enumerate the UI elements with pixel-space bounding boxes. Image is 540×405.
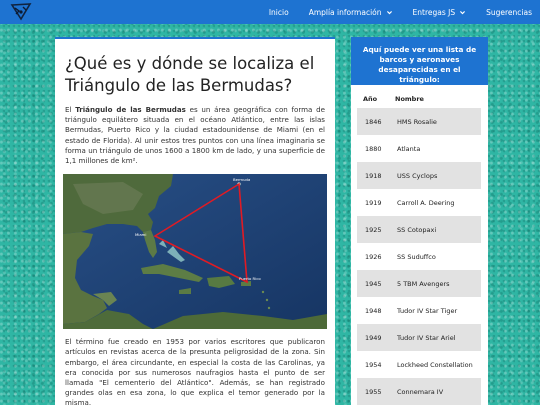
nav-entregas-label: Entregas JS: [412, 7, 456, 17]
table-row: 1925 SS Cotopaxi: [357, 216, 481, 243]
year-cell: 1918: [365, 171, 382, 180]
name-cell: Atlanta: [397, 144, 421, 153]
chevron-down-icon: [460, 10, 466, 14]
name-cell: Lockheed Constellation: [397, 360, 473, 369]
year-cell: 1880: [365, 144, 382, 153]
map-label-miami: Miami: [135, 232, 146, 237]
nav-sugerencias[interactable]: Sugerencias: [486, 8, 532, 17]
intro-prefix: El: [65, 105, 76, 114]
nav-amplia-informacion[interactable]: Amplía información: [309, 8, 393, 17]
name-cell: HMS Rosalie: [397, 117, 437, 126]
intro-rest: es un área geográfica con forma de trián…: [65, 105, 325, 166]
table-row: 1918 USS Cyclops: [357, 162, 481, 189]
name-cell: Connemara IV: [397, 387, 444, 396]
history-paragraph: El término fue creado en 1953 por varios…: [65, 337, 325, 405]
nav-links: Inicio Amplía información Entregas JS Su…: [249, 0, 532, 24]
sidebar-heading: Aquí puede ver una lista de barcos y aer…: [351, 39, 488, 85]
table-row: 1948 Tudor IV Star Tiger: [357, 297, 481, 324]
intro-bold-term: Triángulo de las Bermudas: [75, 105, 186, 114]
sidebar-panel: Aquí puede ver una lista de barcos y aer…: [351, 37, 488, 405]
name-cell: SS Suduffco: [397, 252, 436, 261]
name-cell: SS Cotopaxi: [397, 225, 437, 234]
name-cell: 5 TBM Avengers: [397, 279, 450, 288]
table-row: 1846 HMS Rosalie: [357, 108, 481, 135]
year-cell: 1948: [365, 306, 382, 315]
table-header-row: Año Nombre: [357, 89, 481, 108]
name-cell: Tudor IV Star Tiger: [397, 306, 458, 315]
chevron-down-icon: [386, 10, 392, 14]
disappearances-table: Año Nombre 1846 HMS Rosalie 1880 Atlanta 191…: [357, 89, 481, 405]
map-label-puerto-rico: Puerto Rico: [239, 276, 261, 281]
triangle-logo-icon[interactable]: [10, 2, 32, 22]
table-row: 1926 SS Suduffco: [357, 243, 481, 270]
table-row: 1949 Tudor IV Star Ariel: [357, 324, 481, 351]
bermuda-triangle-map: Bermuda Miami Puerto Rico: [63, 174, 327, 330]
year-cell: 1945: [365, 279, 382, 288]
year-cell: 1949: [365, 333, 382, 342]
nav-inicio[interactable]: Inicio: [269, 8, 289, 17]
map-label-bermuda: Bermuda: [233, 177, 250, 182]
year-cell: 1925: [365, 225, 382, 234]
name-cell: Carroll A. Deering: [397, 198, 455, 207]
table-row: 1954 Lockheed Constellation: [357, 351, 481, 378]
column-header-name: Nombre: [395, 94, 424, 103]
intro-paragraph: El Triángulo de las Bermudas es un área …: [65, 105, 325, 166]
nav-amplia-label: Amplía información: [308, 7, 382, 17]
main-article: ¿Qué es y dónde se localiza el Triángulo…: [55, 37, 335, 405]
year-cell: 1955: [365, 387, 382, 396]
table-row: 1880 Atlanta: [357, 135, 481, 162]
name-cell: USS Cyclops: [397, 171, 438, 180]
table-body: 1846 HMS Rosalie 1880 Atlanta 1918 USS Cyclop…: [357, 108, 481, 405]
nav-sugerencias-label: Sugerencias: [486, 7, 532, 17]
year-cell: 1926: [365, 252, 382, 261]
name-cell: Tudor IV Star Ariel: [397, 333, 456, 342]
nav-inicio-label: Inicio: [268, 7, 289, 17]
year-cell: 1919: [365, 198, 382, 207]
top-navbar: Inicio Amplía información Entregas JS Su…: [0, 0, 540, 24]
column-header-year: Año: [363, 94, 378, 103]
nav-entregas-js[interactable]: Entregas JS: [413, 8, 467, 17]
page-title: ¿Qué es y dónde se localiza el Triángulo…: [65, 54, 315, 95]
table-row: 1919 Carroll A. Deering: [357, 189, 481, 216]
table-row: 1945 5 TBM Avengers: [357, 270, 481, 297]
year-cell: 1954: [365, 360, 382, 369]
year-cell: 1846: [365, 117, 382, 126]
table-row: 1955 Connemara IV: [357, 378, 481, 405]
